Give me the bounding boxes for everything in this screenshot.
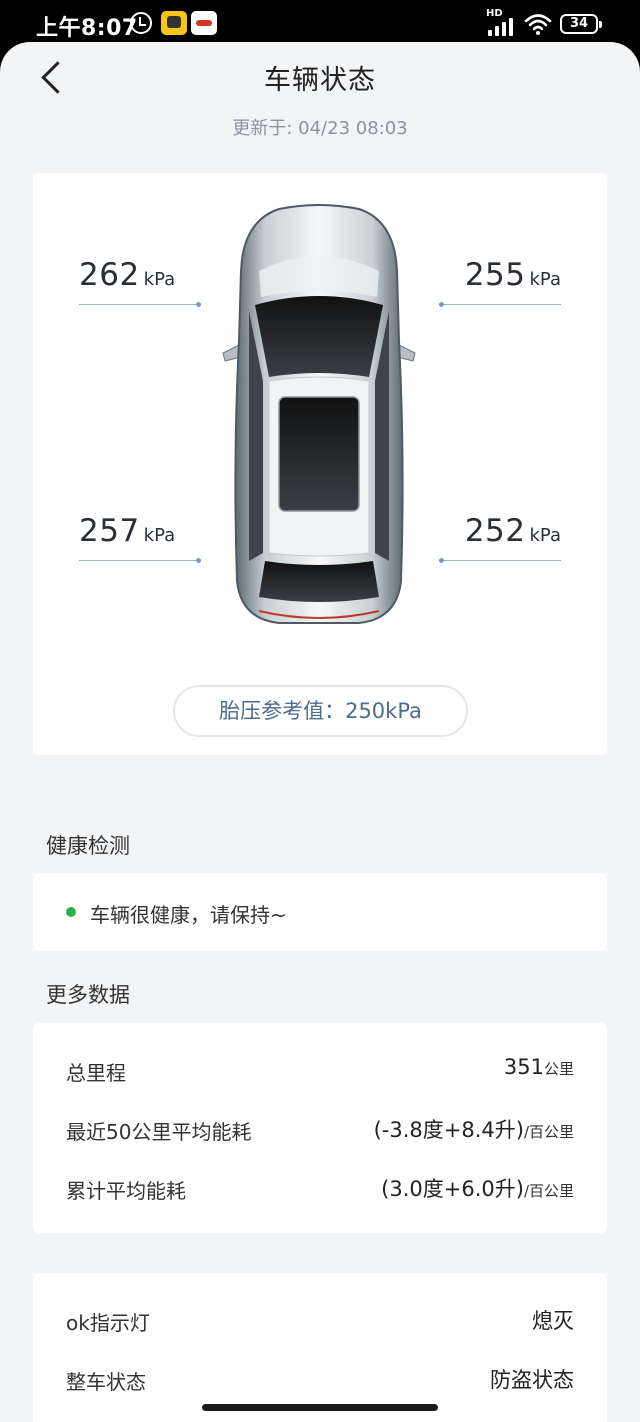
tire-front-left-value: 262 [79,257,140,293]
wifi-icon [524,14,552,35]
value-number: (3.0度+6.0升) [381,1177,524,1201]
data-row-value: (-3.8度+8.4升)/百公里 [374,1114,574,1144]
tire-pressure-card: 262 kPa 255 kPa 257 kPa 252 kPa 胎压参考值：25… [33,173,607,755]
tire-pointer-line [79,302,201,307]
tire-pointer-line [79,558,201,563]
health-card: 车辆很健康，请保持~ [33,873,607,951]
value-unit: /百公里 [523,1123,574,1141]
tire-unit: kPa [143,525,176,546]
health-status-dot [66,907,76,917]
tire-rear-left: 257 kPa [79,513,201,563]
tire-pointer-line [439,302,561,307]
status-row-value: 防盗状态 [490,1368,574,1392]
status-row-ok-light: ok指示灯 熄灭 [66,1299,574,1339]
data-row-total-mileage: 总里程 351公里 [66,1049,574,1089]
tire-rear-right: 252 kPa [439,513,562,563]
tire-unit: kPa [143,269,176,290]
app-notification-icon [161,11,187,35]
reference-pressure-badge: 胎压参考值：250kPa [173,685,468,737]
status-row-label: 整车状态 [66,1370,146,1394]
status-time: 上午8:07 [36,16,138,41]
value-number: 351 [503,1055,544,1079]
more-data-section-title: 更多数据 [46,983,130,1007]
status-bar: 上午8:07 HD 34 [0,0,640,48]
signal-icon [488,18,518,36]
vehicle-status-page: 车辆状态 更新于: 04/23 08:03 262 kPa 255 kPa 257 k… [0,42,640,1422]
tire-pointer-line [439,558,561,563]
tire-unit: kPa [529,269,562,290]
health-status-text: 车辆很健康，请保持~ [90,903,287,927]
page-title: 车辆状态 [264,65,376,96]
data-row-cumulative-consumption: 累计平均能耗 (3.0度+6.0升)/百公里 [66,1167,574,1207]
status-row-value: 熄灭 [532,1309,574,1333]
status-row-vehicle-state: 整车状态 防盗状态 [66,1358,574,1398]
byd-app-icon [191,11,217,35]
vehicle-status-card: ok指示灯 熄灭 整车状态 防盗状态 [33,1273,607,1422]
health-section-title: 健康检测 [46,834,130,858]
home-indicator[interactable] [202,1404,438,1411]
tire-unit: kPa [529,525,562,546]
data-row-label: 总里程 [66,1061,126,1085]
value-unit: /百公里 [523,1182,574,1200]
data-row-label: 累计平均能耗 [66,1179,186,1203]
car-top-view-image [222,204,416,624]
alarm-icon [130,12,152,34]
battery-indicator: 34 [560,14,602,34]
data-row-label: 最近50公里平均能耗 [66,1120,252,1144]
tire-front-right: 255 kPa [439,257,562,307]
tire-rear-right-value: 252 [464,513,526,549]
value-unit: 公里 [543,1060,574,1078]
updated-time: 更新于: 04/23 08:03 [232,118,408,139]
data-row-value: 351公里 [504,1055,574,1079]
value-number: (-3.8度+8.4升) [373,1118,524,1142]
status-row-label: ok指示灯 [66,1311,150,1335]
tire-rear-left-value: 257 [79,513,140,549]
data-row-recent-consumption: 最近50公里平均能耗 (-3.8度+8.4升)/百公里 [66,1108,574,1148]
data-row-value: (3.0度+6.0升)/百公里 [381,1173,574,1203]
tire-front-right-value: 255 [464,257,526,293]
tire-front-left: 262 kPa [79,257,201,307]
more-data-card: 总里程 351公里 最近50公里平均能耗 (-3.8度+8.4升)/百公里 累计… [33,1023,607,1233]
